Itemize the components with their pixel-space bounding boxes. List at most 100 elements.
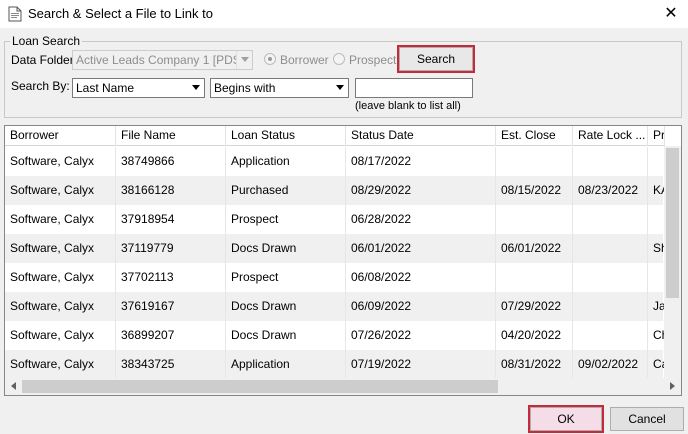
cell-rate-lock bbox=[573, 205, 648, 234]
borrower-radio-label: Borrower bbox=[280, 53, 329, 67]
cell-pr bbox=[648, 263, 665, 292]
search-by-operator-value: Begins with bbox=[214, 81, 276, 95]
cell-borrower: Software, Calyx bbox=[5, 147, 116, 176]
cell-status-date: 06/08/2022 bbox=[346, 263, 496, 292]
cell-file-name: 37619167 bbox=[116, 292, 226, 321]
grid-header: Borrower File Name Loan Status Status Da… bbox=[5, 126, 665, 146]
borrower-radio[interactable] bbox=[264, 53, 276, 65]
cell-borrower: Software, Calyx bbox=[5, 263, 116, 292]
cell-file-name: 38343725 bbox=[116, 350, 226, 379]
cell-loan-status: Docs Drawn bbox=[226, 292, 346, 321]
cell-file-name: 36899207 bbox=[116, 321, 226, 350]
cell-pr: Chr bbox=[648, 321, 665, 350]
dropdown-arrow-icon[interactable] bbox=[236, 51, 252, 69]
prospect-radio-label: Prospect bbox=[349, 53, 397, 67]
cell-borrower: Software, Calyx bbox=[5, 234, 116, 263]
cell-loan-status: Application bbox=[226, 147, 346, 176]
horizontal-scrollbar[interactable] bbox=[5, 378, 681, 395]
cell-status-date: 06/28/2022 bbox=[346, 205, 496, 234]
search-text-input[interactable] bbox=[355, 78, 473, 98]
cell-rate-lock bbox=[573, 321, 648, 350]
scroll-left-icon[interactable] bbox=[5, 378, 22, 395]
cell-loan-status: Prospect bbox=[226, 205, 346, 234]
cell-status-date: 06/09/2022 bbox=[346, 292, 496, 321]
loan-search-group-label: Loan Search bbox=[10, 34, 83, 48]
column-header-loan-status[interactable]: Loan Status bbox=[226, 126, 346, 146]
cell-rate-lock bbox=[573, 292, 648, 321]
cell-status-date: 08/17/2022 bbox=[346, 147, 496, 176]
cell-status-date: 08/29/2022 bbox=[346, 176, 496, 205]
table-row[interactable]: Software, Calyx 37918954 Prospect 06/28/202… bbox=[5, 205, 665, 234]
table-row[interactable]: Software, Calyx 38749866 Application 08/17/… bbox=[5, 147, 665, 176]
cell-file-name: 38749866 bbox=[116, 147, 226, 176]
cell-pr bbox=[648, 205, 665, 234]
dropdown-arrow-icon[interactable] bbox=[188, 79, 204, 97]
prospect-radio[interactable] bbox=[333, 53, 345, 65]
column-header-borrower[interactable]: Borrower bbox=[5, 126, 116, 146]
cell-est-close: 08/31/2022 bbox=[496, 350, 573, 379]
cell-loan-status: Application bbox=[226, 350, 346, 379]
table-row[interactable]: Software, Calyx 37119779 Docs Drawn 06/01/2… bbox=[5, 234, 665, 263]
cell-file-name: 37918954 bbox=[116, 205, 226, 234]
cell-loan-status: Prospect bbox=[226, 263, 346, 292]
cell-borrower: Software, Calyx bbox=[5, 176, 116, 205]
table-row[interactable]: Software, Calyx 38343725 Application 07/19/… bbox=[5, 350, 665, 379]
cell-est-close bbox=[496, 147, 573, 176]
column-header-rate-lock[interactable]: Rate Lock ... bbox=[573, 126, 648, 146]
search-by-label: Search By: bbox=[11, 79, 70, 93]
table-row[interactable]: Software, Calyx 36899207 Docs Drawn 07/26/2… bbox=[5, 321, 665, 350]
cell-est-close bbox=[496, 263, 573, 292]
cell-est-close bbox=[496, 205, 573, 234]
search-by-field-select[interactable]: Last Name bbox=[72, 78, 205, 98]
search-by-operator-select[interactable]: Begins with bbox=[210, 78, 349, 98]
table-row[interactable]: Software, Calyx 37702113 Prospect 06/08/202… bbox=[5, 263, 665, 292]
cancel-button[interactable]: Cancel bbox=[610, 407, 684, 431]
cell-rate-lock: 09/02/2022 bbox=[573, 350, 648, 379]
cell-rate-lock: 08/23/2022 bbox=[573, 176, 648, 205]
data-folder-select[interactable]: Active Leads Company 1 [PDS] bbox=[72, 50, 253, 70]
app-icon bbox=[8, 6, 22, 22]
cell-loan-status: Docs Drawn bbox=[226, 234, 346, 263]
close-icon[interactable]: ✕ bbox=[654, 0, 688, 28]
search-button[interactable]: Search bbox=[397, 45, 475, 73]
cell-rate-lock bbox=[573, 234, 648, 263]
vertical-scroll-thumb[interactable] bbox=[666, 148, 679, 298]
search-by-field-value: Last Name bbox=[76, 81, 135, 95]
cell-loan-status: Purchased bbox=[226, 176, 346, 205]
cell-file-name: 37119779 bbox=[116, 234, 226, 263]
vertical-scrollbar[interactable] bbox=[664, 146, 681, 378]
table-row[interactable]: Software, Calyx 38166128 Purchased 08/29/20… bbox=[5, 176, 665, 205]
cell-rate-lock bbox=[573, 263, 648, 292]
table-row[interactable]: Software, Calyx 37619167 Docs Drawn 06/09/2… bbox=[5, 292, 665, 321]
cell-est-close: 08/15/2022 bbox=[496, 176, 573, 205]
column-header-est-close[interactable]: Est. Close bbox=[496, 126, 573, 146]
cell-file-name: 37702113 bbox=[116, 263, 226, 292]
column-header-file-name[interactable]: File Name bbox=[116, 126, 226, 146]
search-hint: (leave blank to list all) bbox=[355, 100, 461, 112]
window-title: Search & Select a File to Link to bbox=[28, 6, 213, 21]
cell-status-date: 07/19/2022 bbox=[346, 350, 496, 379]
column-header-pr[interactable]: Pr bbox=[648, 126, 665, 146]
data-folder-value: Active Leads Company 1 [PDS] bbox=[76, 53, 245, 67]
cell-est-close: 07/29/2022 bbox=[496, 292, 573, 321]
results-grid[interactable]: Borrower File Name Loan Status Status Da… bbox=[4, 125, 682, 396]
dropdown-arrow-icon[interactable] bbox=[332, 79, 348, 97]
cell-pr: Ca bbox=[648, 350, 665, 379]
cell-pr bbox=[648, 147, 665, 176]
cell-pr: Sh bbox=[648, 234, 665, 263]
horizontal-scroll-thumb[interactable] bbox=[22, 380, 498, 393]
cell-status-date: 07/26/2022 bbox=[346, 321, 496, 350]
cell-est-close: 06/01/2022 bbox=[496, 234, 573, 263]
cell-pr: Jar bbox=[648, 292, 665, 321]
cell-loan-status: Docs Drawn bbox=[226, 321, 346, 350]
cell-rate-lock bbox=[573, 147, 648, 176]
scroll-right-icon[interactable] bbox=[664, 378, 681, 395]
cell-est-close: 04/20/2022 bbox=[496, 321, 573, 350]
cell-borrower: Software, Calyx bbox=[5, 350, 116, 379]
cell-pr: KA bbox=[648, 176, 665, 205]
column-header-status-date[interactable]: Status Date bbox=[346, 126, 496, 146]
cell-borrower: Software, Calyx bbox=[5, 321, 116, 350]
ok-button[interactable]: OK bbox=[528, 405, 604, 433]
cell-file-name: 38166128 bbox=[116, 176, 226, 205]
cell-borrower: Software, Calyx bbox=[5, 205, 116, 234]
